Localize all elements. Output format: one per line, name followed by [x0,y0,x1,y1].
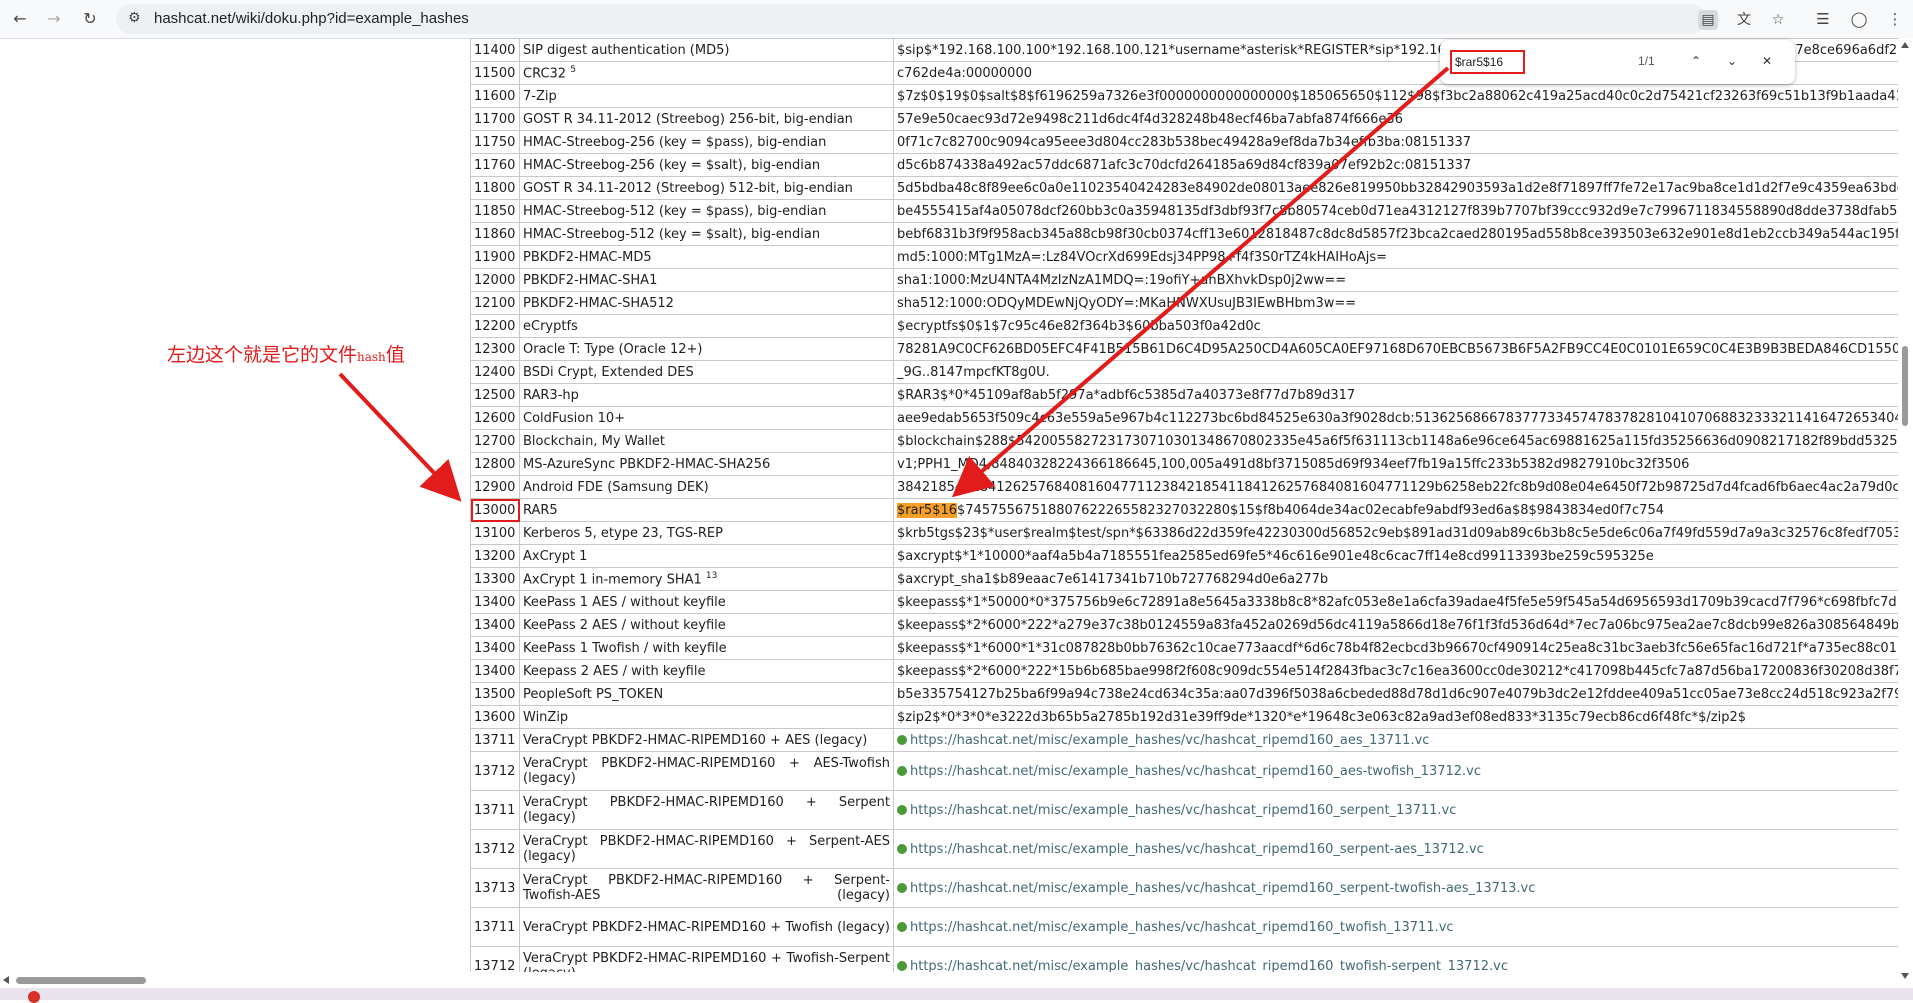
annotation-arrow-right [951,66,1450,498]
taskbar [0,988,1913,1003]
annotation-arrows [338,66,1450,502]
vertical-scroll-thumb[interactable] [1902,346,1908,426]
scroll-left-icon[interactable] [3,976,9,984]
taskbar-app-icon[interactable] [28,991,40,1003]
horizontal-scroll-thumb[interactable] [16,977,146,984]
annotation-arrow-left [338,372,462,502]
scroll-up-icon[interactable] [1901,42,1909,48]
scroll-down-icon[interactable] [1901,973,1909,979]
horizontal-scrollbar[interactable] [0,972,1898,988]
vertical-scrollbar[interactable] [1898,38,1913,988]
